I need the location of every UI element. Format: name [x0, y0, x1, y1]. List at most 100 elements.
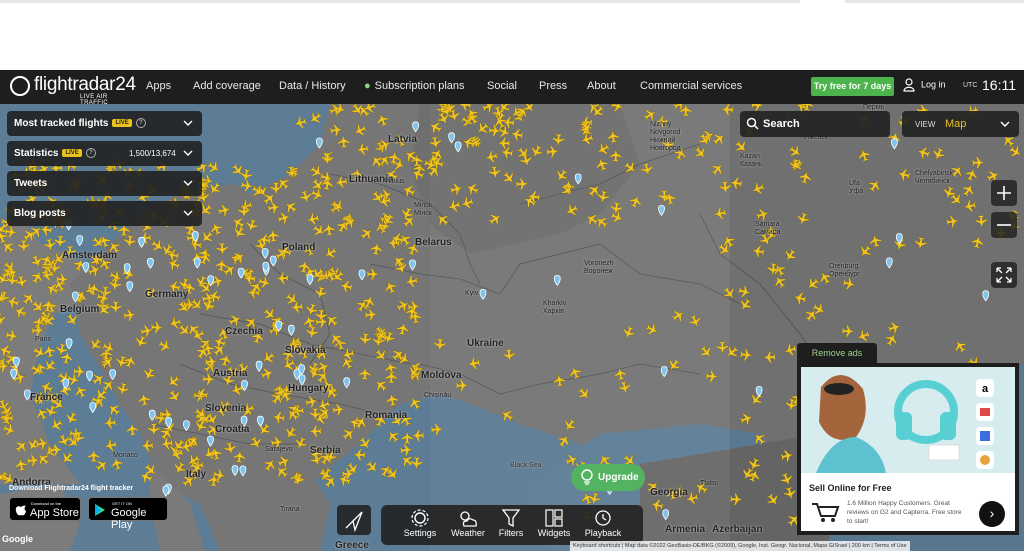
live-badge: LIVE [112, 119, 132, 128]
label-minsk: Minsk Мінск [414, 202, 433, 217]
filters-label: Filters [498, 528, 524, 538]
airport-pin-icon[interactable] [89, 402, 97, 414]
label-hungary: Hungary [288, 383, 329, 394]
cart-icon [809, 499, 841, 525]
weather-label: Weather [451, 528, 485, 538]
settings-button[interactable]: Settings [398, 508, 442, 538]
nav-data-history[interactable]: Data / History [279, 80, 346, 92]
app-store-label: App Store [30, 507, 79, 519]
widgets-button[interactable]: Widgets [532, 508, 576, 538]
google-play-label: Google Play [111, 507, 147, 531]
label-samara: Samara Самара [755, 221, 781, 236]
aircraft-icon[interactable] [401, 430, 414, 444]
widgets-icon [545, 509, 563, 527]
aircraft-icon[interactable] [399, 443, 414, 457]
ad-go-button[interactable]: › [979, 501, 1005, 527]
label-monaco: Monaco [113, 452, 138, 459]
airport-pin-icon[interactable] [76, 235, 84, 247]
aircraft-icon[interactable] [72, 383, 88, 399]
aircraft-icon[interactable] [103, 416, 117, 429]
aircraft-icon[interactable] [364, 459, 381, 476]
widgets-label: Widgets [537, 528, 571, 538]
bottom-toolbar: Settings Weather Filters Widgets Playbac… [381, 505, 643, 545]
filter-icon [501, 509, 521, 528]
nav-apps[interactable]: Apps [146, 80, 171, 92]
weather-button[interactable]: Weather [446, 508, 490, 538]
label-kharkiv: Kharkiv Харків [543, 300, 567, 315]
locate-me-button[interactable] [337, 505, 371, 535]
upgrade-label: Upgrade [598, 472, 639, 483]
chevron-down-icon [183, 210, 193, 216]
nav-press[interactable]: Press [539, 80, 567, 92]
tweets-panel[interactable]: Tweets [7, 171, 202, 196]
expand-icon [996, 267, 1012, 283]
most-tracked-label: Most tracked flights [14, 118, 109, 129]
ad-image[interactable]: a [801, 367, 1015, 473]
google-play-badge[interactable]: GET IT ON Google Play [88, 497, 168, 531]
filters-button[interactable]: Filters [489, 508, 533, 538]
label-slovenia: Slovenia [205, 403, 247, 414]
aircraft-icon[interactable] [103, 438, 118, 453]
aircraft-icon[interactable] [411, 429, 425, 442]
label-tbilisi: Tbilisi [700, 480, 718, 487]
label-france: France [30, 392, 63, 403]
advertisement[interactable]: a Sell Online for Free 1.6 Million Happy… [797, 363, 1019, 535]
remove-ads-button[interactable]: Remove ads [797, 343, 877, 363]
statistics-panel[interactable]: Statistics LIVE? 1,500/13,674 [7, 141, 202, 166]
aircraft-icon[interactable] [41, 358, 58, 375]
airport-pin-icon[interactable] [86, 370, 93, 382]
apple-icon [15, 505, 26, 516]
ad-title[interactable]: Sell Online for Free [809, 483, 892, 493]
label-romania: Romania [365, 410, 408, 421]
zoom-out-button[interactable] [991, 212, 1017, 238]
utc-label: UTC [963, 82, 978, 89]
fullscreen-button[interactable] [991, 262, 1017, 288]
label-orenburg: Orenburg Оренбург [829, 263, 860, 278]
label-greece: Greece [335, 540, 369, 551]
app-store-badge[interactable]: Download on the App Store [9, 497, 81, 521]
help-icon[interactable]: ? [135, 118, 146, 129]
nav-subscription-label: Subscription plans [374, 80, 465, 92]
live-badge: LIVE [62, 149, 82, 158]
download-app-text: Download Flightradar24 flight tracker [9, 485, 134, 492]
aircraft-icon[interactable] [94, 457, 111, 474]
aircraft-icon[interactable] [42, 344, 57, 359]
zoom-in-button[interactable] [991, 180, 1017, 206]
aircraft-icon[interactable] [54, 235, 67, 249]
statistics-count: 1,500/13,674 [129, 149, 176, 158]
nav-commercial-services[interactable]: Commercial services [640, 80, 742, 92]
nav-add-coverage[interactable]: Add coverage [193, 80, 261, 92]
nav-about[interactable]: About [587, 80, 616, 92]
playback-button[interactable]: Playback [581, 508, 625, 538]
login-button[interactable]: Log in [903, 78, 946, 92]
aircraft-icon[interactable] [105, 401, 122, 418]
label-ufa: Ufa Уфа [849, 180, 864, 195]
label-italy: Italy [186, 469, 207, 480]
label-serbia: Serbia [310, 445, 341, 456]
search-box[interactable]: Search [740, 111, 890, 137]
nav-subscription-plans[interactable]: ● Subscription plans [364, 80, 465, 92]
try-free-button[interactable]: Try free for 7 days [811, 77, 894, 96]
chevron-down-icon [183, 150, 193, 156]
most-tracked-flights-panel[interactable]: Most tracked flights LIVE? [7, 111, 202, 136]
blog-posts-panel[interactable]: Blog posts [7, 201, 202, 226]
aircraft-icon[interactable] [63, 410, 79, 426]
gear-icon [411, 509, 429, 527]
aircraft-icon[interactable] [48, 417, 65, 434]
aircraft-icon[interactable] [87, 449, 100, 463]
label-chisinau: Chișinău [424, 392, 452, 399]
flightradar24-logo[interactable]: flightradar24 LIVE AIR TRAFFIC [10, 73, 136, 106]
label-tirana: Tirana [280, 506, 300, 513]
search-icon [746, 117, 759, 130]
help-icon[interactable]: ? [85, 148, 96, 159]
aircraft-icon[interactable] [352, 448, 366, 462]
map-attribution[interactable]: Keyboard shortcuts | Map data ©2022 GeoB… [570, 541, 910, 551]
aircraft-icon[interactable] [384, 428, 401, 445]
upgrade-button[interactable]: Upgrade [571, 464, 645, 491]
top-strip [845, 0, 1024, 3]
airport-pin-icon[interactable] [65, 338, 73, 350]
minus-icon [997, 224, 1011, 226]
nav-social[interactable]: Social [487, 80, 517, 92]
view-selector[interactable]: VIEW Map [902, 111, 1019, 137]
tweets-label: Tweets [14, 178, 48, 189]
